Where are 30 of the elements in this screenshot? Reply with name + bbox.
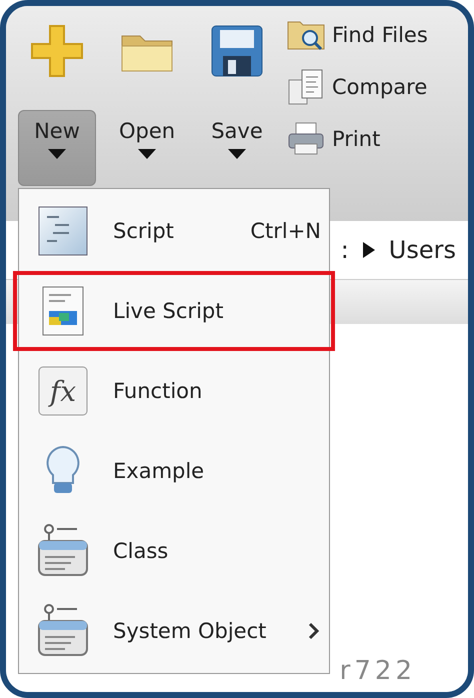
menu-item[interactable]: Class: [19, 511, 329, 591]
caret-icon: [228, 149, 246, 159]
plus-icon: [28, 22, 86, 80]
menu-item-label: Function: [113, 379, 204, 403]
menu-item-label: Example: [113, 459, 206, 483]
toolstrip-button[interactable]: Open: [106, 12, 188, 190]
toolstrip-button[interactable]: New: [16, 12, 98, 190]
toolstrip-button[interactable]: Find Files: [286, 16, 428, 54]
class-icon: [35, 523, 91, 579]
breadcrumb-arrow-icon: [362, 242, 375, 258]
shortcut-text: Ctrl+N: [250, 219, 321, 243]
toolstrip-button[interactable]: Compare: [286, 68, 428, 106]
menu-item[interactable]: Live Script: [13, 271, 335, 351]
menu-item-label: Script: [113, 219, 175, 243]
menu-item[interactable]: Script Ctrl+N: [19, 191, 329, 271]
chevron-right-icon: [307, 621, 321, 641]
menu-item-label: Class: [113, 539, 170, 563]
menu-item[interactable]: fx Function: [19, 351, 329, 431]
toolstrip-button[interactable]: Save: [196, 12, 278, 190]
menu-item-label: System Object: [113, 619, 268, 643]
caret-icon: [138, 149, 156, 159]
workspace-text: r722: [340, 656, 416, 686]
class-icon: [35, 603, 91, 659]
menu-item-label: Live Script: [113, 299, 224, 323]
path-segment[interactable]: Users: [388, 236, 456, 264]
menu-item[interactable]: System Object: [19, 591, 329, 671]
toolstrip-button[interactable]: Print: [286, 120, 428, 158]
path-segment[interactable]: :: [340, 236, 349, 264]
caret-icon: [48, 149, 66, 159]
menu-item[interactable]: Example: [19, 431, 329, 511]
